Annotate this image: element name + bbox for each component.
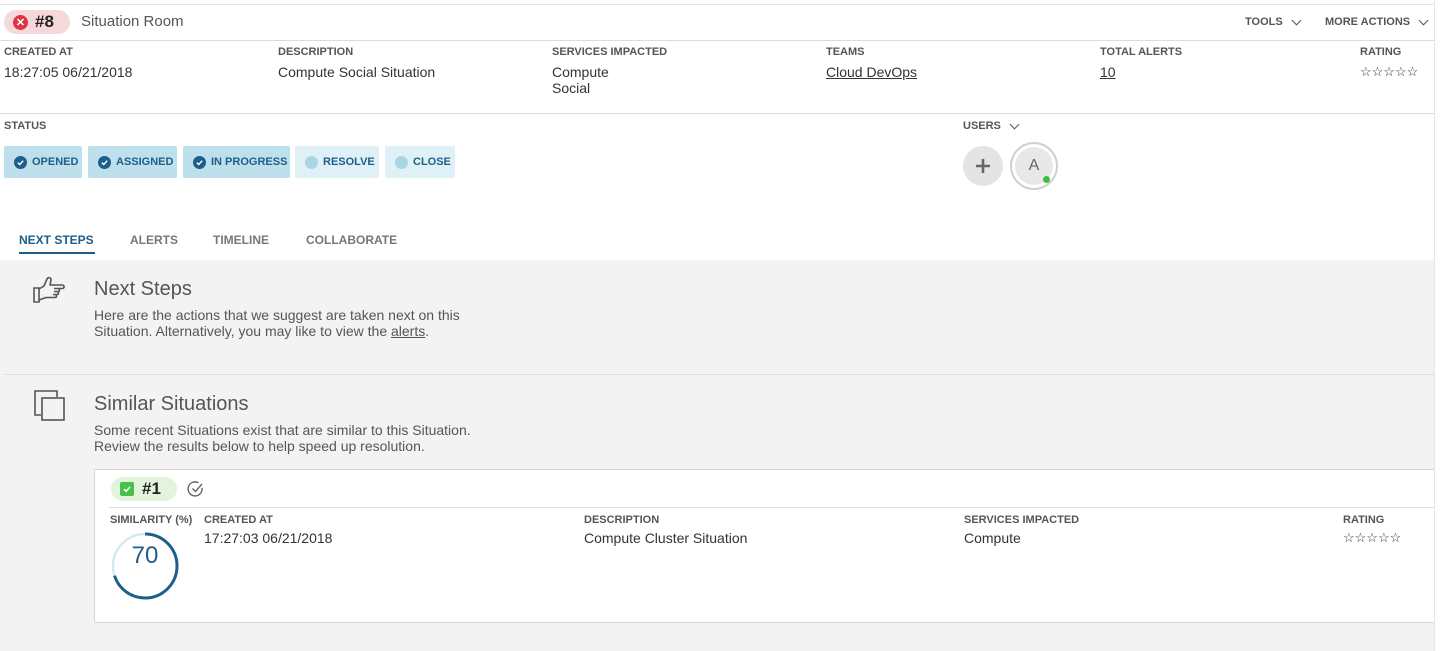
status-step-label: ASSIGNED [116,156,174,168]
tab-next-steps[interactable]: NEXT STEPS [19,233,94,247]
tools-label: TOOLS [1245,16,1283,28]
similar-situation-card[interactable]: #1 SIMILARITY (%) 70 CREATED AT 17:27:03… [94,469,1436,623]
users-label: USERS [963,120,1001,132]
empty-circle-icon [305,155,318,169]
similarity-label: SIMILARITY (%) [110,514,193,526]
situation-badge[interactable]: #1 [111,477,177,501]
description-value: Compute Cluster Situation [584,530,748,546]
active-tab-indicator [19,252,95,254]
header-top-border [0,4,1434,5]
severity-badge: ✕ #8 [4,10,70,34]
status-step-close[interactable]: CLOSE [385,146,455,178]
tab-collaborate[interactable]: COLLABORATE [306,233,397,247]
divider [4,374,1434,375]
status-step-label: CLOSE [413,156,451,168]
copy-stack-icon [34,390,65,421]
similar-line: Some recent Situations exist that are si… [94,422,471,438]
status-step-opened[interactable]: OPENED [4,146,82,178]
rating-stars[interactable]: ☆☆☆☆☆ [1360,64,1418,80]
teams-label: TEAMS [826,46,865,58]
chevron-down-icon [1009,119,1020,129]
team-link[interactable]: Cloud DevOps [826,64,917,80]
divider [109,507,1435,508]
created-at-label: CREATED AT [4,46,73,58]
chevron-down-icon [1291,15,1302,25]
critical-x-icon: ✕ [13,14,28,30]
page-title: Situation Room [81,13,184,30]
rating-stars[interactable]: ☆☆☆☆☆ [1343,530,1401,546]
avatar-initial: A [1028,157,1040,174]
more-actions-label: MORE ACTIONS [1325,16,1411,28]
services-impacted-value: Compute [964,530,1021,546]
status-step-label: IN PROGRESS [211,156,288,168]
status-step-resolve[interactable]: RESOLVE [295,146,379,178]
services-impacted-label: SERVICES IMPACTED [964,514,1080,526]
description-label: DESCRIPTION [584,514,660,526]
check-circle-icon [193,155,206,169]
status-step-label: OPENED [32,156,79,168]
check-circle-icon [98,155,111,169]
created-at-value: 17:27:03 06/21/2018 [204,530,333,546]
status-step-in-progress[interactable]: IN PROGRESS [183,146,290,178]
online-status-dot [1043,176,1050,183]
created-at-label: CREATED AT [204,514,273,526]
similar-situations-title: Similar Situations [94,393,249,415]
divider [0,40,1434,41]
total-alerts-link[interactable]: 10 [1100,64,1116,80]
check-circle-icon [14,155,27,169]
add-user-button[interactable] [963,146,1003,186]
plus-icon [976,159,990,173]
check-circle-outline-icon[interactable] [187,480,205,498]
empty-circle-icon [395,155,408,169]
similar-situations-description: Some recent Situations exist that are si… [94,422,471,454]
tab-timeline[interactable]: TIMELINE [213,233,269,247]
avatar[interactable]: A [1010,142,1058,190]
status-label: STATUS [4,120,47,132]
rating-label: RATING [1343,514,1385,526]
description-label: DESCRIPTION [278,46,354,58]
chevron-down-icon [1418,15,1429,25]
more-actions-button[interactable]: MORE ACTIONS [1325,15,1429,28]
users-dropdown[interactable]: USERS [963,119,1020,132]
next-steps-line: Situation. Alternatively, you may like t… [94,323,460,339]
next-steps-description: Here are the actions that we suggest are… [94,307,460,339]
rating-label: RATING [1360,46,1402,58]
similar-situation-id: #1 [142,479,161,498]
similarity-value: 70 [131,542,159,569]
status-step-label: RESOLVE [323,156,375,168]
services-impacted-label: SERVICES IMPACTED [552,46,668,58]
next-steps-title: Next Steps [94,278,192,300]
service-item: Social [552,80,591,96]
checkbox-checked-icon [120,482,134,496]
divider [0,113,1434,114]
status-step-assigned[interactable]: ASSIGNED [88,146,177,178]
next-steps-text: . [425,323,430,339]
created-at-value: 18:27:05 06/21/2018 [4,64,133,80]
tab-alerts[interactable]: ALERTS [130,233,178,247]
next-steps-text: Situation. Alternatively, you may like t… [94,323,391,339]
pointing-hand-icon [33,276,65,303]
situation-id: #8 [35,12,54,31]
similar-line: Review the results below to help speed u… [94,438,425,454]
next-steps-line: Here are the actions that we suggest are… [94,307,460,323]
scrollbar[interactable] [1434,0,1449,651]
service-item: Compute [552,64,609,80]
alerts-link[interactable]: alerts [391,323,425,339]
tools-menu-button[interactable]: TOOLS [1245,15,1302,28]
total-alerts-label: TOTAL ALERTS [1100,46,1183,58]
description-value: Compute Social Situation [278,64,436,80]
